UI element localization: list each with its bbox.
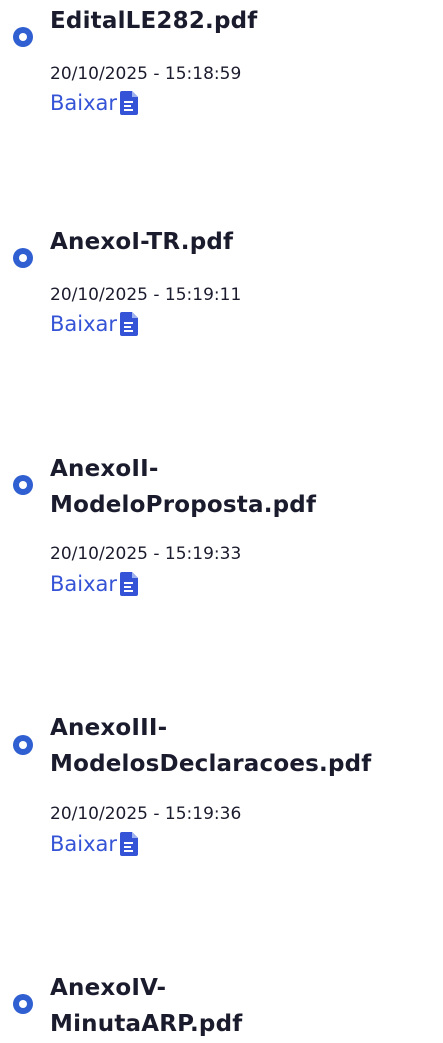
file-document-icon xyxy=(120,572,140,596)
file-name-line: AnexoIV- xyxy=(50,975,167,1001)
file-name-line: AnexoIII- xyxy=(50,715,168,741)
download-label: Baixar xyxy=(50,832,118,856)
bullet-icon xyxy=(13,994,33,1014)
bullet-icon xyxy=(13,735,33,755)
file-name-line: ModelosDeclaracoes.pdf xyxy=(50,751,372,777)
download-label: Baixar xyxy=(50,572,118,596)
file-name: AnexoIII- ModelosDeclaracoes.pdf xyxy=(50,712,435,780)
file-date: 20/10/2025 - 15:19:11 xyxy=(50,285,242,305)
file-name-line: ModeloProposta.pdf xyxy=(50,492,317,518)
file-name: AnexoIV- MinutaARP.pdf xyxy=(50,972,435,1040)
file-date: 20/10/2025 - 15:19:36 xyxy=(50,804,242,824)
file-name-line: AnexoI-TR.pdf xyxy=(50,229,234,255)
download-link[interactable]: Baixar xyxy=(50,571,140,597)
bullet-icon xyxy=(13,475,33,495)
bullet-icon xyxy=(13,248,33,268)
file-document-icon xyxy=(120,312,140,336)
bullet-icon xyxy=(13,27,33,47)
file-name-line: AnexoII- xyxy=(50,456,159,482)
download-link[interactable]: Baixar xyxy=(50,311,140,337)
file-date: 20/10/2025 - 15:19:33 xyxy=(50,544,242,564)
download-link[interactable]: Baixar xyxy=(50,90,140,116)
file-name: EditalLE282.pdf xyxy=(50,5,435,37)
file-date: 20/10/2025 - 15:18:59 xyxy=(50,64,242,84)
download-label: Baixar xyxy=(50,312,118,336)
file-name-line: EditalLE282.pdf xyxy=(50,8,258,34)
download-link[interactable]: Baixar xyxy=(50,831,140,857)
file-document-icon xyxy=(120,832,140,856)
file-name: AnexoII- ModeloProposta.pdf xyxy=(50,453,435,521)
download-label: Baixar xyxy=(50,91,118,115)
file-name: AnexoI-TR.pdf xyxy=(50,226,435,258)
file-document-icon xyxy=(120,91,140,115)
file-name-line: MinutaARP.pdf xyxy=(50,1011,243,1037)
